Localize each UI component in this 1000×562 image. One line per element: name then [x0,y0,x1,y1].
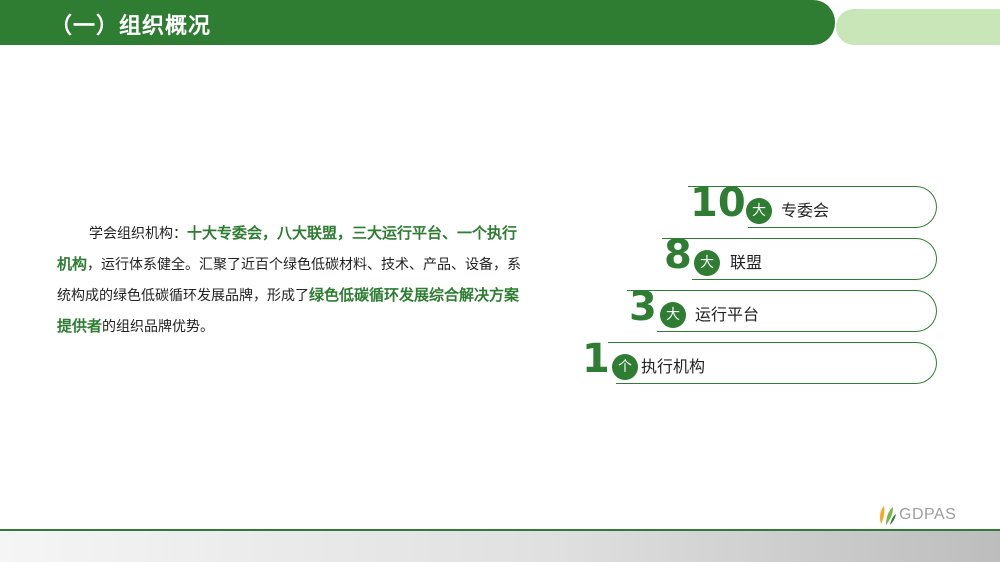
title-decoration [836,9,1000,45]
footer-band [0,531,1000,562]
stat-number: 8 [664,232,692,278]
intro-paragraph: 学会组织机构：十大专委会，八大联盟，三大运行平台、一个执行机构，运行体系健全。汇… [57,218,527,342]
stat-label: 执行机构 [641,357,706,376]
stat-committees: 10 大 专委会 [688,180,940,229]
stat-alliances: 8 大 联盟 [662,232,940,281]
stat-platforms: 3 大 运行平台 [627,284,940,333]
stat-unit-badge: 大 [660,302,686,328]
stat-number: 1 [582,336,610,382]
stat-label: 联盟 [730,253,763,272]
page-title: （一）组织概况 [50,14,212,39]
stat-label: 专委会 [781,201,830,220]
intro-prefix: 学会组织机构： [89,226,187,242]
logo-text: GDPAS [899,506,957,523]
stat-label: 运行平台 [695,305,760,324]
stat-number: 10 [690,180,746,226]
stat-unit-badge: 个 [612,354,638,380]
stat-unit-badge: 大 [694,250,720,276]
org-logo: GDPAS [873,502,998,528]
title-bar: （一）组织概况 [0,0,835,45]
stat-number: 3 [629,284,657,330]
leaf-logo-icon [880,506,896,525]
stat-executive-body: 1 个 执行机构 [580,336,940,385]
intro-suffix: 的组织品牌优势。 [102,319,215,335]
stat-unit-badge: 大 [746,198,772,224]
